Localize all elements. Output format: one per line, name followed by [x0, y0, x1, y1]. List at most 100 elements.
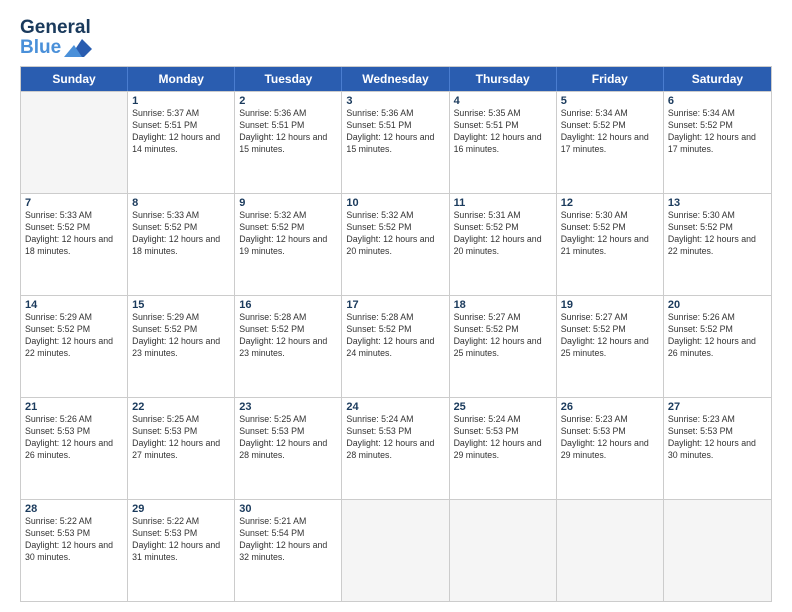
cal-cell: 22Sunrise: 5:25 AMSunset: 5:53 PMDayligh… — [128, 398, 235, 499]
day-info: Sunrise: 5:37 AMSunset: 5:51 PMDaylight:… — [132, 108, 230, 156]
cal-cell: 2Sunrise: 5:36 AMSunset: 5:51 PMDaylight… — [235, 92, 342, 193]
day-info: Sunrise: 5:22 AMSunset: 5:53 PMDaylight:… — [25, 516, 123, 564]
cal-cell: 1Sunrise: 5:37 AMSunset: 5:51 PMDaylight… — [128, 92, 235, 193]
cal-cell: 12Sunrise: 5:30 AMSunset: 5:52 PMDayligh… — [557, 194, 664, 295]
day-info: Sunrise: 5:28 AMSunset: 5:52 PMDaylight:… — [346, 312, 444, 360]
day-number: 23 — [239, 401, 337, 413]
cal-week-2: 7Sunrise: 5:33 AMSunset: 5:52 PMDaylight… — [21, 193, 771, 295]
cal-cell: 28Sunrise: 5:22 AMSunset: 5:53 PMDayligh… — [21, 500, 128, 601]
calendar-body: 1Sunrise: 5:37 AMSunset: 5:51 PMDaylight… — [21, 91, 771, 601]
day-number: 18 — [454, 299, 552, 311]
day-info: Sunrise: 5:28 AMSunset: 5:52 PMDaylight:… — [239, 312, 337, 360]
day-info: Sunrise: 5:30 AMSunset: 5:52 PMDaylight:… — [668, 210, 767, 258]
logo-general: General — [20, 18, 91, 38]
day-info: Sunrise: 5:34 AMSunset: 5:52 PMDaylight:… — [668, 108, 767, 156]
logo-blue: Blue — [20, 38, 61, 58]
cal-cell: 23Sunrise: 5:25 AMSunset: 5:53 PMDayligh… — [235, 398, 342, 499]
day-info: Sunrise: 5:25 AMSunset: 5:53 PMDaylight:… — [239, 414, 337, 462]
day-info: Sunrise: 5:26 AMSunset: 5:52 PMDaylight:… — [668, 312, 767, 360]
day-info: Sunrise: 5:26 AMSunset: 5:53 PMDaylight:… — [25, 414, 123, 462]
day-info: Sunrise: 5:34 AMSunset: 5:52 PMDaylight:… — [561, 108, 659, 156]
day-number: 13 — [668, 197, 767, 209]
cal-week-4: 21Sunrise: 5:26 AMSunset: 5:53 PMDayligh… — [21, 397, 771, 499]
day-number: 19 — [561, 299, 659, 311]
cal-cell: 15Sunrise: 5:29 AMSunset: 5:52 PMDayligh… — [128, 296, 235, 397]
day-number: 6 — [668, 95, 767, 107]
day-number: 25 — [454, 401, 552, 413]
day-info: Sunrise: 5:36 AMSunset: 5:51 PMDaylight:… — [239, 108, 337, 156]
cal-header-sunday: Sunday — [21, 67, 128, 91]
day-number: 29 — [132, 503, 230, 515]
cal-cell: 14Sunrise: 5:29 AMSunset: 5:52 PMDayligh… — [21, 296, 128, 397]
day-info: Sunrise: 5:24 AMSunset: 5:53 PMDaylight:… — [346, 414, 444, 462]
day-info: Sunrise: 5:30 AMSunset: 5:52 PMDaylight:… — [561, 210, 659, 258]
cal-header-thursday: Thursday — [450, 67, 557, 91]
header: General Blue — [20, 18, 772, 58]
day-number: 1 — [132, 95, 230, 107]
cal-cell — [21, 92, 128, 193]
cal-cell: 30Sunrise: 5:21 AMSunset: 5:54 PMDayligh… — [235, 500, 342, 601]
cal-cell: 18Sunrise: 5:27 AMSunset: 5:52 PMDayligh… — [450, 296, 557, 397]
cal-cell: 24Sunrise: 5:24 AMSunset: 5:53 PMDayligh… — [342, 398, 449, 499]
cal-week-5: 28Sunrise: 5:22 AMSunset: 5:53 PMDayligh… — [21, 499, 771, 601]
day-number: 3 — [346, 95, 444, 107]
calendar: SundayMondayTuesdayWednesdayThursdayFrid… — [20, 66, 772, 602]
day-number: 8 — [132, 197, 230, 209]
day-info: Sunrise: 5:32 AMSunset: 5:52 PMDaylight:… — [346, 210, 444, 258]
calendar-header: SundayMondayTuesdayWednesdayThursdayFrid… — [21, 67, 771, 91]
day-info: Sunrise: 5:27 AMSunset: 5:52 PMDaylight:… — [561, 312, 659, 360]
day-info: Sunrise: 5:32 AMSunset: 5:52 PMDaylight:… — [239, 210, 337, 258]
day-info: Sunrise: 5:36 AMSunset: 5:51 PMDaylight:… — [346, 108, 444, 156]
day-info: Sunrise: 5:29 AMSunset: 5:52 PMDaylight:… — [25, 312, 123, 360]
day-number: 20 — [668, 299, 767, 311]
day-number: 24 — [346, 401, 444, 413]
day-number: 26 — [561, 401, 659, 413]
logo: General Blue — [20, 18, 92, 58]
day-info: Sunrise: 5:33 AMSunset: 5:52 PMDaylight:… — [25, 210, 123, 258]
day-number: 16 — [239, 299, 337, 311]
cal-cell: 5Sunrise: 5:34 AMSunset: 5:52 PMDaylight… — [557, 92, 664, 193]
cal-cell: 10Sunrise: 5:32 AMSunset: 5:52 PMDayligh… — [342, 194, 449, 295]
day-number: 21 — [25, 401, 123, 413]
cal-cell: 9Sunrise: 5:32 AMSunset: 5:52 PMDaylight… — [235, 194, 342, 295]
cal-cell: 27Sunrise: 5:23 AMSunset: 5:53 PMDayligh… — [664, 398, 771, 499]
cal-header-saturday: Saturday — [664, 67, 771, 91]
cal-cell — [450, 500, 557, 601]
cal-cell: 4Sunrise: 5:35 AMSunset: 5:51 PMDaylight… — [450, 92, 557, 193]
day-number: 10 — [346, 197, 444, 209]
cal-cell: 8Sunrise: 5:33 AMSunset: 5:52 PMDaylight… — [128, 194, 235, 295]
cal-cell — [664, 500, 771, 601]
day-info: Sunrise: 5:24 AMSunset: 5:53 PMDaylight:… — [454, 414, 552, 462]
cal-cell: 11Sunrise: 5:31 AMSunset: 5:52 PMDayligh… — [450, 194, 557, 295]
cal-header-monday: Monday — [128, 67, 235, 91]
day-number: 4 — [454, 95, 552, 107]
logo-icon — [64, 39, 92, 57]
cal-cell: 3Sunrise: 5:36 AMSunset: 5:51 PMDaylight… — [342, 92, 449, 193]
cal-week-1: 1Sunrise: 5:37 AMSunset: 5:51 PMDaylight… — [21, 91, 771, 193]
day-info: Sunrise: 5:29 AMSunset: 5:52 PMDaylight:… — [132, 312, 230, 360]
cal-cell: 17Sunrise: 5:28 AMSunset: 5:52 PMDayligh… — [342, 296, 449, 397]
day-number: 27 — [668, 401, 767, 413]
cal-week-3: 14Sunrise: 5:29 AMSunset: 5:52 PMDayligh… — [21, 295, 771, 397]
cal-header-friday: Friday — [557, 67, 664, 91]
cal-cell: 25Sunrise: 5:24 AMSunset: 5:53 PMDayligh… — [450, 398, 557, 499]
day-info: Sunrise: 5:27 AMSunset: 5:52 PMDaylight:… — [454, 312, 552, 360]
day-number: 17 — [346, 299, 444, 311]
cal-header-wednesday: Wednesday — [342, 67, 449, 91]
day-info: Sunrise: 5:22 AMSunset: 5:53 PMDaylight:… — [132, 516, 230, 564]
cal-cell: 29Sunrise: 5:22 AMSunset: 5:53 PMDayligh… — [128, 500, 235, 601]
day-number: 28 — [25, 503, 123, 515]
cal-cell: 7Sunrise: 5:33 AMSunset: 5:52 PMDaylight… — [21, 194, 128, 295]
day-number: 5 — [561, 95, 659, 107]
cal-cell — [557, 500, 664, 601]
day-info: Sunrise: 5:35 AMSunset: 5:51 PMDaylight:… — [454, 108, 552, 156]
cal-cell: 16Sunrise: 5:28 AMSunset: 5:52 PMDayligh… — [235, 296, 342, 397]
day-info: Sunrise: 5:33 AMSunset: 5:52 PMDaylight:… — [132, 210, 230, 258]
day-number: 30 — [239, 503, 337, 515]
day-number: 22 — [132, 401, 230, 413]
cal-cell: 6Sunrise: 5:34 AMSunset: 5:52 PMDaylight… — [664, 92, 771, 193]
cal-cell: 19Sunrise: 5:27 AMSunset: 5:52 PMDayligh… — [557, 296, 664, 397]
day-number: 12 — [561, 197, 659, 209]
day-number: 15 — [132, 299, 230, 311]
cal-cell: 20Sunrise: 5:26 AMSunset: 5:52 PMDayligh… — [664, 296, 771, 397]
